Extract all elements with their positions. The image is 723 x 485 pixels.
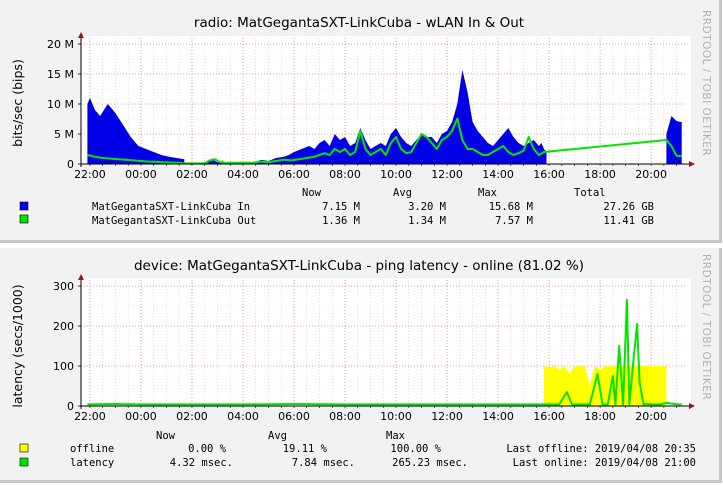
legend-header-avg: Avg	[268, 430, 287, 442]
x-tick-label: 02:00	[176, 410, 208, 423]
x-tick-label: 06:00	[278, 410, 310, 423]
x-tick-label: 04:00	[227, 410, 259, 423]
x-tick-label: 14:00	[482, 410, 514, 423]
y-tick-label: 200	[53, 320, 74, 333]
x-tick-label: 08:00	[329, 410, 361, 423]
chart-title: device: MatGegantaSXT-LinkCuba - ping la…	[134, 258, 584, 274]
legend-max-offline: 100.00 %	[390, 443, 441, 455]
x-tick-label: 10:00	[380, 410, 412, 423]
y-tick-label: 300	[53, 280, 74, 293]
legend-extra-latency: Last online: 2019/04/08 21:00	[513, 457, 696, 469]
y-axis-label: latency (secs/1000)	[10, 284, 25, 407]
legend-header-now: Now	[156, 430, 176, 442]
x-tick-label: 20:00	[635, 410, 667, 423]
legend-max-latency: 265.23 msec.	[392, 457, 468, 469]
x-tick-label: 16:00	[533, 410, 565, 423]
legend-avg-offline: 19.11 %	[283, 443, 328, 455]
legend-extra-offline: Last offline: 2019/04/08 20:35	[506, 443, 696, 455]
legend-swatch-latency	[19, 457, 29, 467]
x-tick-label: 12:00	[431, 410, 463, 423]
legend-swatch-offline	[19, 443, 29, 453]
y-axis-arrow	[78, 274, 84, 280]
watermark: RRDTOOL / TOBI OETIKER	[700, 254, 712, 400]
legend-now-latency: 4.32 msec.	[170, 457, 233, 469]
legend-now-offline: 0.00 %	[188, 443, 227, 455]
y-tick-label: 0	[67, 400, 74, 413]
legend-name-latency: latency	[70, 457, 114, 469]
legend-name-offline: offline	[70, 443, 114, 455]
x-tick-label: 22:00	[74, 410, 106, 423]
x-tick-label: 18:00	[584, 410, 616, 423]
legend-avg-latency: 7.84 msec.	[292, 457, 355, 469]
latency-chart: device: MatGegantaSXT-LinkCuba - ping la…	[10, 254, 712, 469]
x-axis-arrow	[689, 403, 695, 409]
y-tick-label: 100	[53, 360, 74, 373]
x-tick-label: 00:00	[125, 410, 157, 423]
legend-header-max: Max	[386, 430, 405, 442]
